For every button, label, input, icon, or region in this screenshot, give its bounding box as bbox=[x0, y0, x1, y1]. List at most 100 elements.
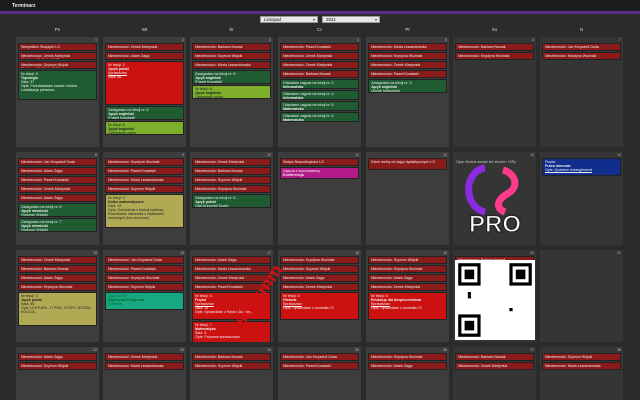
calendar-event[interactable]: Nieobecność: Krystyna Woźniak bbox=[192, 185, 271, 193]
calendar-event[interactable]: Nieobecność: Barbara Nowak bbox=[280, 70, 359, 78]
calendar-event[interactable]: Nieobecność: Szymon Wójcik bbox=[192, 362, 271, 370]
calendar-event[interactable]: Nieobecność: Szymon Wójcik bbox=[105, 185, 184, 193]
calendar-event[interactable]: Święto Niepodległości LO bbox=[280, 158, 359, 166]
calendar-event[interactable]: Nieobecność: Jan Krzysztof Duda bbox=[18, 158, 97, 166]
calendar-event[interactable]: Zastępstwo na lekcji nr: 7 Język niemieck… bbox=[18, 218, 97, 232]
calendar-event[interactable]: Nieobecność: Zenek Martyniuk Godziny: 08:… bbox=[18, 52, 97, 60]
calendar-event[interactable]: Nieobecność: Szymon Wójcik bbox=[368, 256, 447, 264]
calendar-event[interactable]: Nieobecność: Krystyna Woźniak bbox=[280, 256, 359, 264]
calendar-event[interactable]: Nieobecność: Adam Zając bbox=[368, 274, 447, 282]
calendar-event[interactable]: Odwołane zajęcia na lekcji nr: 3 Informat… bbox=[280, 79, 359, 89]
calendar-day-cell[interactable]: 2 Nieobecność: Zenek Martyniuk Nieobecność… bbox=[103, 37, 186, 147]
calendar-event[interactable]: Nieobecność: Barbara Nowak bbox=[192, 43, 271, 51]
calendar-event[interactable]: Nieobecność: Zenek Martyniuk bbox=[192, 158, 271, 166]
calendar-event[interactable]: Nieobecność: Krystyna Woźniak bbox=[105, 274, 184, 282]
calendar-day-cell[interactable]: 18 Nieobecność: Krystyna Woźniak Nieobecno… bbox=[278, 250, 361, 342]
calendar-event[interactable]: Odwołane zajęcia na lekcji nr: 6 Matematy… bbox=[280, 112, 359, 122]
calendar-day-cell[interactable]: 21 bbox=[540, 250, 623, 342]
calendar-event[interactable]: Nieobecność: Adam Zając bbox=[105, 52, 184, 60]
calendar-event[interactable]: Nr lekcji: 5 Historia Sprawdzian Opis: Spra… bbox=[280, 292, 359, 320]
calendar-event[interactable]: Nieobecność: Paweł Kowalski bbox=[105, 167, 184, 175]
calendar-event[interactable]: Nieobecność: Adam Zając bbox=[18, 274, 97, 282]
calendar-event[interactable]: Nieobecność: Zenek Martyniuk bbox=[280, 283, 359, 291]
month-select[interactable]: Listopad ▾ bbox=[260, 16, 318, 23]
calendar-event[interactable]: Nr lekcji: 6 Język angielski Odpowiedź ust… bbox=[105, 121, 184, 135]
calendar-event[interactable]: Nieobecność: Zenek Martyniuk bbox=[18, 256, 97, 264]
calendar-event[interactable]: Nr lekcji: 7 Matematyka Sala: 5 Opis: Popra… bbox=[192, 321, 271, 342]
calendar-event[interactable]: Nieobecność: Barbara Nowak bbox=[192, 353, 271, 361]
calendar-event[interactable]: Opis: 12:00 Wycieczka Krytyczna Trzebnik bbox=[105, 292, 184, 310]
calendar-day-cell[interactable]: 7 Nieobecność: Jan Krzysztof Duda Nieobecn… bbox=[540, 37, 623, 147]
calendar-day-cell[interactable]: 12 Dzień wolny od zajęć dydaktycznych LO bbox=[366, 152, 449, 245]
calendar-event[interactable]: Wszystkich Świętych LO bbox=[18, 43, 97, 51]
calendar-event[interactable]: Nr lekcji: 6 Edukacja dla bezpieczeństwa S… bbox=[368, 292, 447, 320]
calendar-event[interactable]: Zastępstwo na lekcji nr: 6 Język angielsk… bbox=[192, 70, 271, 84]
calendar-event[interactable]: Nieobecność: Krystyna Woźniak bbox=[18, 283, 97, 291]
calendar-event[interactable]: Nieobecność: Zenek Martyniuk bbox=[280, 61, 359, 69]
calendar-day-cell[interactable]: 15 Nieobecność: Zenek Martyniuk Nieobecnoś… bbox=[16, 250, 99, 342]
calendar-day-cell[interactable]: 6 Nieobecność: Barbara Nowak Nieobecność: … bbox=[453, 37, 536, 147]
calendar-event[interactable]: Nr lekcji: 6 Język angielski Odpowiedź ust… bbox=[192, 85, 271, 99]
calendar-event[interactable]: Nr lekcji: 2 Język polski Sprawdzian Sala: … bbox=[105, 61, 184, 105]
calendar-event[interactable]: Nieobecność: Szymon Wójcik bbox=[18, 362, 97, 370]
calendar-event[interactable]: Nieobecność: Maria Lewandowska bbox=[192, 61, 271, 69]
calendar-event[interactable]: Nieobecność: Barbara Nowak bbox=[192, 167, 271, 175]
calendar-day-cell[interactable]: 16 Nieobecność: Jan Krzysztof Duda Nieobec… bbox=[103, 250, 186, 342]
calendar-event[interactable]: Nr lekcji: 3 Kółko matematyczne Sala: 12 Op… bbox=[105, 194, 184, 228]
calendar-event[interactable]: Nieobecność: Zenek Martyniuk bbox=[368, 61, 447, 69]
calendar-event[interactable]: Odwołane zajęcia na lekcji nr: 4 Informat… bbox=[280, 90, 359, 100]
calendar-event[interactable]: Nieobecność: Zenek Martyniuk bbox=[280, 52, 359, 60]
calendar-event[interactable]: Nieobecność: Zenek Martyniuk bbox=[18, 185, 97, 193]
calendar-event[interactable]: Nieobecność: Krystyna Woźniak bbox=[368, 353, 447, 361]
calendar-event[interactable]: Nieobecność: Szymon Wójcik bbox=[192, 176, 271, 184]
calendar-event[interactable]: Dzień wolny od zajęć dydaktycznych LO bbox=[368, 158, 447, 170]
calendar-day-cell[interactable]: 5 Nieobecność: Maria Lewandowska Nieobecno… bbox=[366, 37, 449, 147]
calendar-day-cell[interactable]: 8 Nieobecność: Jan Krzysztof Duda Nieobecn… bbox=[16, 152, 99, 245]
calendar-event[interactable]: Nieobecność: Zenek Martyniuk bbox=[105, 43, 184, 51]
calendar-day-cell[interactable]: 4 Nieobecność: Paweł Kowalski Nieobecność:… bbox=[278, 37, 361, 147]
calendar-event[interactable]: Nieobecność: Adam Zając bbox=[18, 167, 97, 175]
calendar-event[interactable]: Zastępstwo na lekcji nr: 6 Język angielsk… bbox=[105, 106, 184, 120]
calendar-event[interactable]: Fizyka Praca domowa Opis: Quantum entangle… bbox=[542, 158, 621, 176]
calendar-event[interactable]: Nieobecność: Maria Lewandowska bbox=[105, 176, 184, 184]
calendar-day-cell[interactable]: 1 Wszystkich Świętych LO Nieobecność: Zene… bbox=[16, 37, 99, 147]
calendar-event[interactable]: Nieobecność: Paweł Kowalski bbox=[18, 176, 97, 184]
calendar-event[interactable]: Nieobecność: Zenek Martyniuk bbox=[455, 362, 534, 370]
calendar-day-cell[interactable]: 22 Nieobecność: Adam Zając Nieobecność: Sz… bbox=[16, 347, 99, 400]
calendar-event[interactable]: Nieobecność: Barbara Nowak bbox=[455, 43, 534, 51]
calendar-day-cell[interactable]: 10 Nieobecność: Zenek Martyniuk Nieobecnoś… bbox=[190, 152, 273, 245]
calendar-event[interactable]: Zastępstwo na lekcji nr: 6 Język polski (J… bbox=[192, 194, 271, 208]
calendar-event[interactable]: Nieobecność: Paweł Kowalski bbox=[280, 43, 359, 51]
calendar-day-cell[interactable]: 23 Nieobecność: Zenek Martyniuk Nieobecnoś… bbox=[103, 347, 186, 400]
calendar-day-cell[interactable]: 19 Nieobecność: Szymon Wójcik Nieobecność:… bbox=[366, 250, 449, 342]
calendar-event[interactable]: Nieobecność: Maria Lewandowska bbox=[105, 362, 184, 370]
calendar-day-cell[interactable]: 11 Święto Niepodległości LO Zajęcia z wych… bbox=[278, 152, 361, 245]
calendar-event[interactable]: Zastępstwo na lekcji nr: 3 Język angielsk… bbox=[368, 79, 447, 93]
calendar-event[interactable]: Nieobecność: Paweł Kowalski bbox=[105, 265, 184, 273]
calendar-event[interactable]: Nieobecność: Barbara Nowak bbox=[18, 265, 97, 273]
calendar-event[interactable]: Nieobecność: Krystyna Woźniak bbox=[368, 265, 447, 273]
calendar-event[interactable]: Nieobecność: Szymon Wójcik bbox=[280, 265, 359, 273]
calendar-event[interactable]: Nr lekcji: 9 Topologia Sala: 37 Opis: Przed… bbox=[18, 70, 97, 100]
calendar-event[interactable]: Nieobecność: Zenek Martyniuk bbox=[368, 283, 447, 291]
calendar-event[interactable]: Nieobecność: Adam Zając bbox=[192, 256, 271, 264]
calendar-event[interactable]: Nieobecność: Adam Zając bbox=[18, 353, 97, 361]
calendar-event[interactable]: Nieobecność: Szymon Wójcik Godziny: 08:45… bbox=[18, 61, 97, 69]
calendar-event[interactable]: Nieobecność: Maria Lewandowska bbox=[542, 362, 621, 370]
calendar-event[interactable]: Nieobecność: Jan Krzysztof Duda bbox=[542, 43, 621, 51]
calendar-event[interactable]: Nieobecność: Jan Krzysztof Duda bbox=[105, 256, 184, 264]
calendar-day-cell[interactable]: 24 Nieobecność: Barbara Nowak Nieobecność:… bbox=[190, 347, 273, 400]
calendar-day-cell[interactable]: 28 Nieobecność: Szymon Wójcik Nieobecność:… bbox=[540, 347, 623, 400]
calendar-day-cell[interactable]: 9 Nieobecność: Krystyna Woźniak Nieobecnoś… bbox=[103, 152, 186, 245]
calendar-event[interactable]: Zajęcia z wychowawcą Konferencja bbox=[280, 167, 359, 179]
calendar-event[interactable]: Nieobecność: Adam Zając bbox=[368, 362, 447, 370]
calendar-event[interactable]: Nieobecność: Adam Zając bbox=[280, 274, 359, 282]
calendar-event[interactable]: Nieobecność: Krystyna Woźniak bbox=[455, 52, 534, 60]
year-select[interactable]: 2021 ▾ bbox=[322, 16, 380, 23]
calendar-event[interactable]: Nieobecność: Krystyna Woźniak bbox=[105, 158, 184, 166]
calendar-event[interactable]: Nieobecność: Krystyna Woźniak bbox=[368, 52, 447, 60]
calendar-event[interactable]: Nieobecność: Szymon Wójcik bbox=[542, 353, 621, 361]
calendar-event[interactable]: Nr lekcji: 3 Język polski Sala: 56 Opis: LE… bbox=[18, 292, 97, 326]
calendar-event[interactable]: Nieobecność: Paweł Kowalski bbox=[280, 362, 359, 370]
calendar-event[interactable]: Nieobecność: Maria Lewandowska bbox=[192, 265, 271, 273]
